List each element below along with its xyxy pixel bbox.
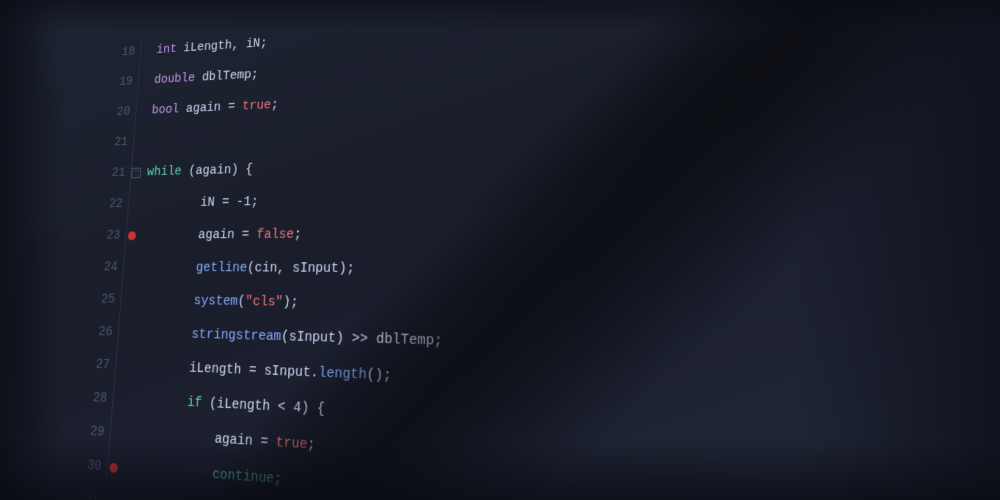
line-number: 28: [75, 381, 109, 416]
line-number: 31: [66, 482, 100, 500]
line-number: 27: [78, 348, 111, 382]
line-number: 18: [105, 37, 137, 68]
collapse-indicator[interactable]: −: [131, 168, 141, 179]
breakpoint-indicator: [109, 463, 118, 473]
line-number: 24: [86, 252, 119, 284]
line-number: 26: [80, 316, 113, 349]
line-number: 20: [99, 97, 131, 128]
left-fade: [0, 0, 60, 500]
line-number: 25: [83, 283, 116, 316]
line-number: 19: [102, 67, 134, 98]
code-area: 1819202121222324252627282930313233343536…: [63, 0, 1000, 500]
editor-container: 1819202121222324252627282930313233343536…: [0, 0, 1000, 500]
breakpoint-indicator: [128, 231, 137, 240]
line-number: 22: [91, 189, 124, 221]
line-number: 23: [89, 220, 122, 252]
line-number: 21: [94, 158, 126, 190]
line-number: 29: [72, 414, 106, 450]
line-number: 21: [97, 127, 129, 159]
code-content: int iLength, iN;double dblTemp;bool agai…: [107, 0, 1000, 500]
line-number: 30: [69, 448, 103, 484]
